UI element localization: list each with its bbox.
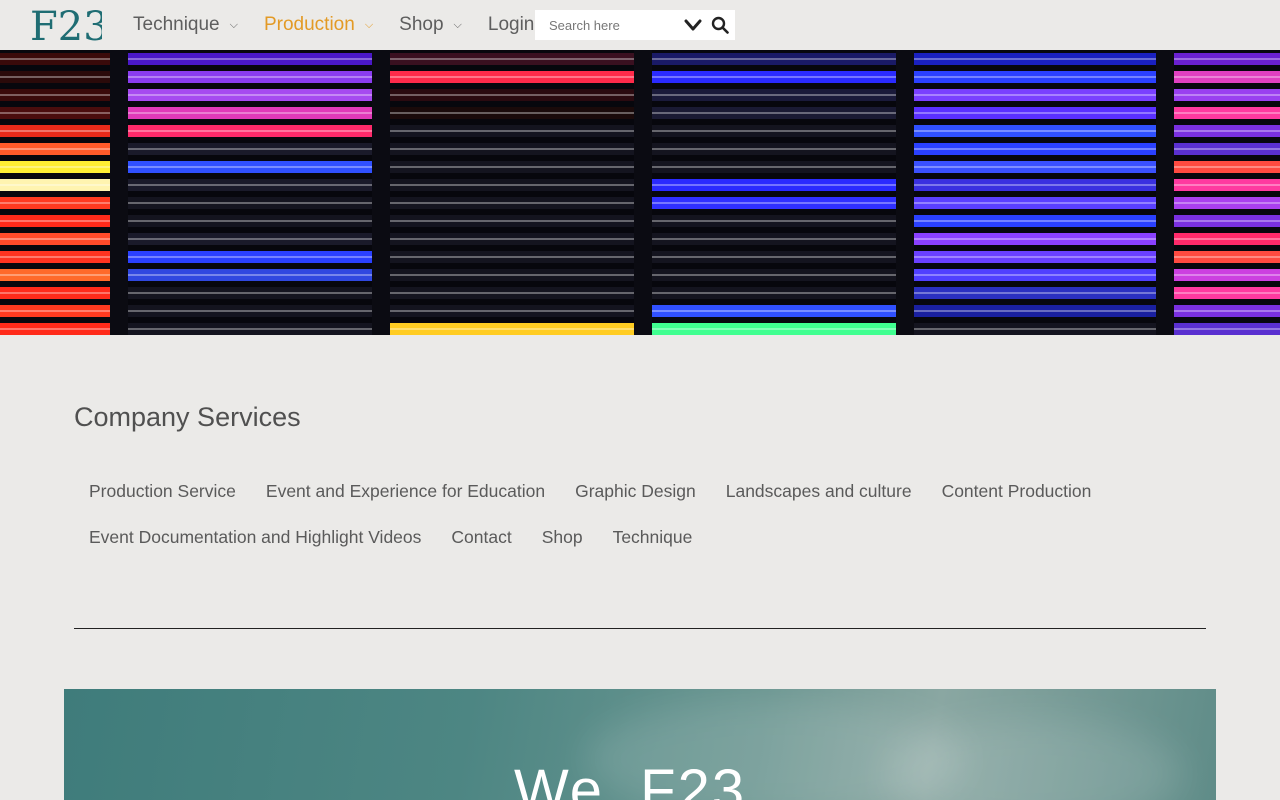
- banner-title: We, F23: [514, 758, 747, 800]
- section-divider: [74, 628, 1206, 629]
- search-icon[interactable]: [711, 16, 729, 34]
- about-banner: We, F23: [64, 689, 1216, 800]
- service-link-shop[interactable]: Shop: [527, 514, 598, 560]
- nav-item-technique[interactable]: Technique ⌵: [133, 14, 238, 36]
- services-links: Production Service Event and Experience …: [74, 468, 1174, 560]
- chevron-down-icon[interactable]: [683, 17, 703, 33]
- service-link-technique[interactable]: Technique: [598, 514, 708, 560]
- nav-item-label: Technique: [133, 14, 220, 35]
- services-heading: Company Services: [74, 402, 301, 432]
- login-label: Login: [487, 14, 535, 35]
- main-nav: Technique ⌵ Production ⌵ Shop ⌵ Login: [133, 0, 546, 50]
- nav-item-shop[interactable]: Shop ⌵: [399, 14, 462, 36]
- chevron-down-icon: ⌵: [453, 18, 462, 31]
- service-link-event-education[interactable]: Event and Experience for Education: [251, 468, 560, 514]
- service-link-graphic-design[interactable]: Graphic Design: [560, 468, 711, 514]
- nav-item-label: Production: [263, 14, 355, 35]
- logo-text: F23: [30, 6, 102, 44]
- login-link[interactable]: Login: [488, 14, 535, 36]
- service-link-event-documentation[interactable]: Event Documentation and Highlight Videos: [74, 514, 436, 560]
- service-link-production-service[interactable]: Production Service: [74, 468, 251, 514]
- service-link-contact[interactable]: Contact: [436, 514, 526, 560]
- chevron-down-icon: ⌵: [364, 18, 374, 31]
- neon-tubes-image: [0, 50, 1280, 335]
- search-box: [535, 10, 735, 40]
- site-logo[interactable]: F23: [30, 4, 109, 50]
- hero-image: [0, 50, 1280, 335]
- service-link-landscapes-culture[interactable]: Landscapes and culture: [711, 468, 927, 514]
- search-input[interactable]: [549, 17, 679, 33]
- site-header: F23 Technique ⌵ Production ⌵ Shop ⌵ Logi…: [0, 0, 1280, 50]
- chevron-down-icon: ⌵: [229, 18, 238, 31]
- logo-icon: F23: [30, 4, 109, 50]
- nav-item-production[interactable]: Production ⌵: [264, 14, 373, 36]
- service-link-content-production[interactable]: Content Production: [927, 468, 1107, 514]
- nav-item-label: Shop: [399, 14, 444, 35]
